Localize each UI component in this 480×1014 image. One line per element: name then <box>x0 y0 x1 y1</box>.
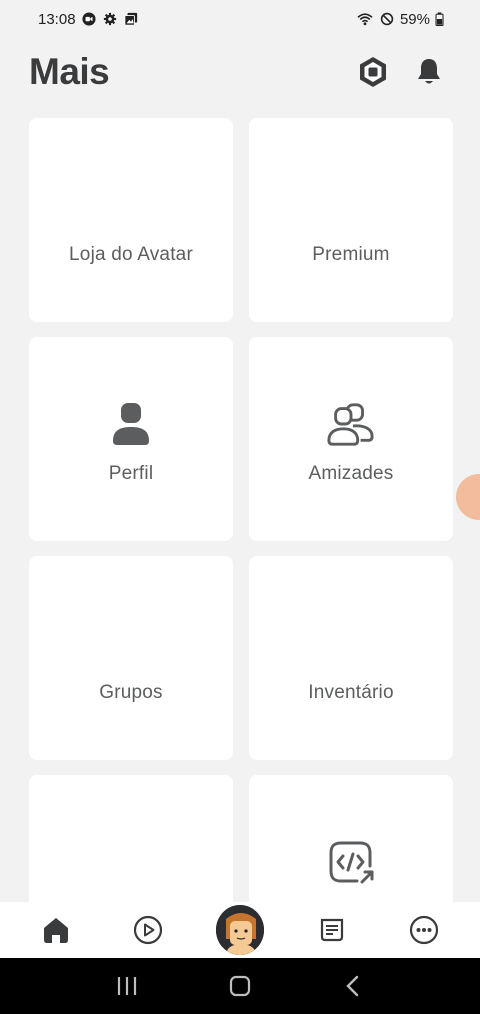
tile-profile[interactable]: Perfil <box>29 337 233 541</box>
tile-inventory[interactable]: Inventário <box>249 556 453 760</box>
do-not-disturb-icon <box>380 12 394 26</box>
tile-label: Perfil <box>108 463 154 484</box>
header-icons <box>356 55 446 89</box>
home-system-button[interactable] <box>220 966 260 1006</box>
status-time: 13:08 <box>38 10 76 28</box>
battery-icon <box>435 12 444 26</box>
tile-friends[interactable]: Amizades <box>249 337 453 541</box>
gallery-icon <box>123 12 137 26</box>
tile-premium[interactable]: Premium <box>249 118 453 322</box>
status-right: 59% <box>356 11 444 28</box>
floating-bubble[interactable] <box>456 474 480 520</box>
nav-home[interactable] <box>32 906 80 954</box>
more-menu-grid: Loja do Avatar Premium Perfil Amizades G… <box>29 118 453 979</box>
robux-icon <box>360 57 386 87</box>
page-title: Mais <box>29 51 110 92</box>
tile-label: Inventário <box>308 682 394 703</box>
nav-avatar[interactable] <box>216 905 264 955</box>
header: Mais <box>29 48 446 96</box>
tile-groups[interactable]: Grupos <box>29 556 233 760</box>
friends-icon <box>326 399 376 449</box>
person-icon <box>106 399 156 449</box>
system-nav-bar <box>0 958 480 1014</box>
recents-icon <box>117 977 136 995</box>
tile-label: Amizades <box>308 463 394 484</box>
status-left: 13:08 <box>38 11 139 28</box>
code-share-icon <box>326 837 376 887</box>
recents-button[interactable] <box>107 966 147 1006</box>
robux-button[interactable] <box>356 55 390 89</box>
status-bar: 13:08 59% <box>0 0 480 38</box>
video-call-icon <box>81 12 96 26</box>
bottom-nav <box>0 902 480 958</box>
home-square-icon <box>229 975 251 997</box>
bell-icon <box>418 59 440 84</box>
nav-chat[interactable] <box>308 906 356 954</box>
avatar <box>216 905 264 955</box>
wifi-icon <box>357 13 373 26</box>
tile-label: Loja do Avatar <box>69 244 193 265</box>
tile-avatar-shop[interactable]: Loja do Avatar <box>29 118 233 322</box>
settings-icon <box>103 12 116 26</box>
nav-more[interactable] <box>400 906 448 954</box>
back-button[interactable] <box>333 966 373 1006</box>
back-chevron-icon <box>346 975 359 997</box>
tile-label: Premium <box>312 244 390 265</box>
more-icon <box>409 915 439 945</box>
home-icon <box>44 918 68 943</box>
nav-discover[interactable] <box>124 906 172 954</box>
battery-level: 59% <box>399 10 430 28</box>
chat-icon <box>320 918 344 942</box>
notifications-button[interactable] <box>412 55 446 89</box>
play-icon <box>133 915 163 945</box>
tile-label: Grupos <box>99 682 163 703</box>
